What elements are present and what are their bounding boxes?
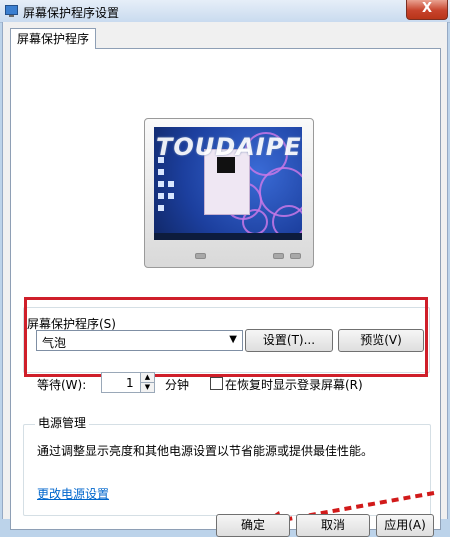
spin-up-icon[interactable]: ▲: [140, 373, 154, 383]
apply-button[interactable]: 应用(A): [376, 514, 434, 537]
watermark: TOUDAIPE.Z: [156, 133, 302, 161]
dialog-frame: 屏幕保护程序 TOUDAIPE.Z: [2, 22, 448, 537]
wait-stepper[interactable]: 1 ▲ ▼: [101, 372, 155, 393]
wait-label: 等待(W):: [37, 378, 87, 392]
wait-value: 1: [126, 376, 134, 390]
change-power-link[interactable]: 更改电源设置: [37, 485, 109, 502]
window-title: 屏幕保护程序设置: [23, 6, 120, 20]
app-icon: [5, 5, 18, 17]
close-icon: X: [421, 1, 433, 16]
preview-screen: TOUDAIPE.Z: [154, 127, 302, 240]
close-button[interactable]: X: [406, 0, 448, 20]
minutes-label: 分钟: [165, 378, 190, 392]
resume-checkbox-label[interactable]: 在恢复时显示登录屏幕(R): [225, 376, 363, 393]
monitor-preview: TOUDAIPE.Z: [144, 118, 314, 268]
power-description: 通过调整显示亮度和其他电源设置以节省能源或提供最佳性能。: [37, 444, 374, 458]
spin-down-icon[interactable]: ▼: [140, 383, 154, 392]
resume-checkbox[interactable]: [210, 377, 223, 390]
tab-panel: TOUDAIPE.Z 屏幕保护程序(S) 气泡 ▼ 设置(T)... 预览(V)…: [10, 48, 441, 537]
ok-button[interactable]: 确定: [216, 514, 290, 537]
tab-screensaver[interactable]: 屏幕保护程序: [10, 28, 97, 49]
title-bar: 屏幕保护程序设置 X: [0, 0, 450, 23]
cancel-button[interactable]: 取消: [296, 514, 370, 537]
power-group-title: 电源管理: [35, 414, 90, 431]
highlight-box: [24, 297, 428, 377]
